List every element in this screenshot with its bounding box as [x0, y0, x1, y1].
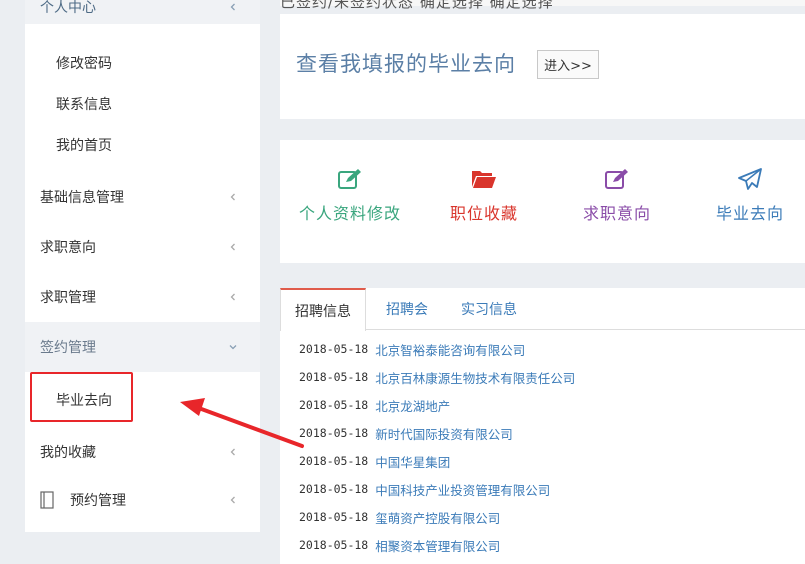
list-item-date: 2018-05-18 [299, 482, 369, 496]
company-link[interactable]: 玺萌资产控股有限公司 [375, 508, 500, 527]
company-link[interactable]: 北京百林康源生物技术有限责任公司 [375, 368, 575, 387]
sidebar-item-signing-management[interactable]: 签约管理 [25, 322, 260, 372]
company-link[interactable]: 北京龙湖地产 [375, 396, 450, 415]
sidebar-item-label: 联系信息 [56, 97, 112, 113]
tab-job-fair[interactable]: 招聘会 [386, 288, 428, 330]
folder-open-icon [472, 171, 496, 188]
sidebar-group-label: 个人中心 [40, 0, 96, 16]
list-item: 2018-05-18 北京龙湖地产 [299, 391, 575, 419]
header-partial-text: 已签约/未签约状态 确定选择 确定选择 [280, 0, 554, 11]
company-link[interactable]: 北京智裕泰能咨询有限公司 [375, 340, 525, 359]
shortcut-label: 个人资料修改 [298, 204, 401, 223]
view-destination-card: 查看我填报的毕业去向 进入>> [280, 14, 805, 119]
sidebar-item-label: 我的首页 [56, 138, 112, 154]
edit-square-icon [605, 169, 628, 189]
sidebar-item-job-intention[interactable]: 求职意向 [25, 222, 260, 272]
list-item-date: 2018-05-18 [299, 398, 369, 412]
chevron-left-icon [230, 193, 235, 201]
list-item: 2018-05-18 北京百林康源生物技术有限责任公司 [299, 363, 575, 391]
job-list: 2018-05-18 北京智裕泰能咨询有限公司 2018-05-18 北京百林康源生… [299, 335, 575, 559]
shortcut-label: 毕业去向 [715, 204, 784, 223]
list-item-date: 2018-05-18 [299, 538, 369, 552]
company-link[interactable]: 中国华星集团 [375, 452, 450, 471]
shortcut-job-favorites[interactable]: 职位收藏 [424, 168, 544, 224]
book-icon [40, 491, 54, 509]
chevron-down-icon [229, 345, 237, 350]
shortcut-label: 职位收藏 [449, 204, 518, 223]
list-item: 2018-05-18 北京智裕泰能咨询有限公司 [299, 335, 575, 363]
company-link[interactable]: 中国科技产业投资管理有限公司 [375, 480, 550, 499]
shortcut-label: 求职意向 [582, 204, 651, 223]
list-item-date: 2018-05-18 [299, 510, 369, 524]
sidebar-item-label: 预约管理 [70, 493, 126, 509]
sidebar-item-label: 修改密码 [56, 56, 112, 72]
chevron-left-icon [230, 243, 235, 251]
sidebar-item-contact-info[interactable]: 联系信息 [25, 84, 260, 124]
sidebar-item-job-management[interactable]: 求职管理 [25, 272, 260, 322]
sidebar-item-change-password[interactable]: 修改密码 [25, 43, 260, 83]
sidebar: 个人中心 修改密码 联系信息 我的首页 基础信息管理 求职意向 求职管理 签约管… [25, 0, 260, 532]
shortcuts-card: 个人资料修改 职位收藏 求职意向 毕业去向 [280, 140, 805, 263]
list-item: 2018-05-18 中国科技产业投资管理有限公司 [299, 475, 575, 503]
sidebar-item-basic-info[interactable]: 基础信息管理 [25, 172, 260, 222]
list-item-date: 2018-05-18 [299, 454, 369, 468]
sidebar-group-personal-center[interactable]: 个人中心 [25, 0, 260, 24]
sidebar-item-label: 求职管理 [40, 290, 96, 306]
tab-bar: 招聘信息 招聘会 实习信息 [280, 288, 805, 331]
sidebar-item-label: 基础信息管理 [40, 190, 124, 206]
chevron-left-icon [230, 496, 235, 504]
card-title: 查看我填报的毕业去向 [296, 52, 516, 76]
list-item: 2018-05-18 中国华星集团 [299, 447, 575, 475]
company-link[interactable]: 新时代国际投资有限公司 [375, 424, 513, 443]
list-item-date: 2018-05-18 [299, 342, 369, 356]
tab-internship-info[interactable]: 实习信息 [461, 288, 517, 330]
list-item: 2018-05-18 新时代国际投资有限公司 [299, 419, 575, 447]
sidebar-item-appointment[interactable]: 预约管理 [25, 475, 260, 525]
chevron-left-icon [230, 293, 235, 301]
chevron-left-icon [230, 3, 235, 11]
chevron-left-icon [230, 448, 235, 456]
sidebar-item-label: 我的收藏 [40, 445, 96, 461]
highlight-annotation-box [30, 372, 133, 422]
enter-button[interactable]: 进入>> [537, 50, 599, 79]
shortcut-job-intention[interactable]: 求职意向 [557, 168, 677, 224]
company-link[interactable]: 相聚资本管理有限公司 [375, 536, 500, 555]
sidebar-item-my-home[interactable]: 我的首页 [25, 125, 260, 165]
sidebar-item-label: 签约管理 [40, 340, 96, 356]
list-item-date: 2018-05-18 [299, 426, 369, 440]
tab-recruitment-info[interactable]: 招聘信息 [280, 288, 366, 331]
shortcut-profile-edit[interactable]: 个人资料修改 [290, 168, 410, 224]
list-item-date: 2018-05-18 [299, 370, 369, 384]
list-item: 2018-05-18 玺萌资产控股有限公司 [299, 503, 575, 531]
sidebar-item-label: 求职意向 [40, 240, 96, 256]
sidebar-item-my-favorites[interactable]: 我的收藏 [25, 427, 260, 477]
shortcut-graduation-destination[interactable]: 毕业去向 [690, 168, 805, 224]
job-listings-card: 招聘信息 招聘会 实习信息 2018-05-18 北京智裕泰能咨询有限公司 201… [280, 288, 805, 564]
edit-square-icon [338, 169, 361, 189]
list-item: 2018-05-18 相聚资本管理有限公司 [299, 531, 575, 559]
paper-plane-icon [738, 168, 762, 190]
